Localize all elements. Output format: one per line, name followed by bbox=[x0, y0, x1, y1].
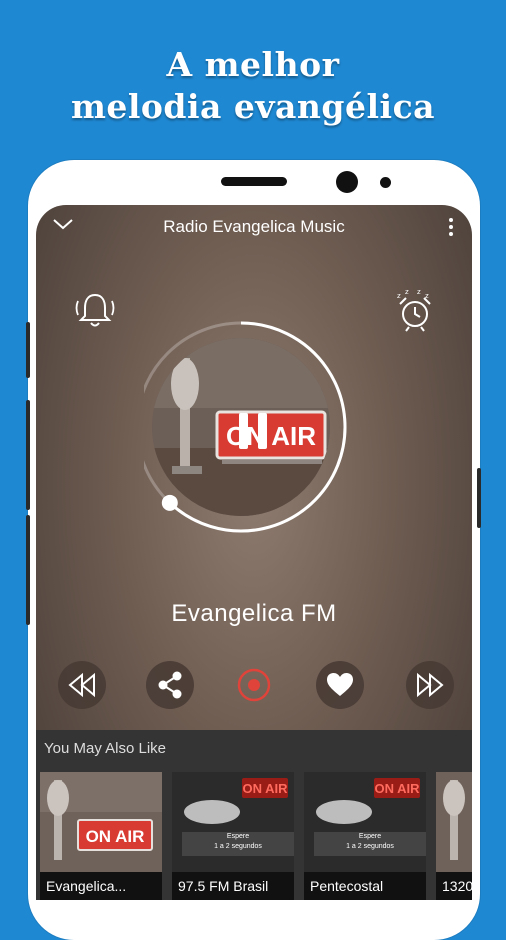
station-thumbnail: ON AIR Espere 1 a 2 segundos bbox=[304, 772, 426, 872]
card-caption: Espere bbox=[359, 833, 381, 840]
card-caption: 1 a 2 segundos bbox=[214, 843, 262, 850]
station-thumbnail bbox=[436, 772, 472, 872]
station-card-label: 1320 bbox=[436, 872, 472, 900]
station-thumbnail: ON AIR bbox=[40, 772, 162, 872]
alarm-clock-icon[interactable]: z z z z bbox=[391, 287, 437, 333]
svg-text:z: z bbox=[417, 288, 421, 296]
chevron-down-icon[interactable] bbox=[52, 217, 74, 231]
station-card[interactable]: ON AIR Evangelica... bbox=[40, 772, 162, 900]
pause-icon[interactable] bbox=[233, 410, 273, 452]
card-art-text: ON AIR bbox=[374, 781, 420, 796]
share-icon bbox=[158, 671, 182, 699]
app-screen: Radio Evangelica Music z z z z ON AIR Ev… bbox=[36, 205, 472, 900]
station-card[interactable]: ON AIR Espere 1 a 2 segundos Pentecostal bbox=[304, 772, 426, 900]
share-button[interactable] bbox=[146, 661, 194, 709]
phone-side-button bbox=[26, 322, 30, 378]
promo-headline: A melhor melodia evangélica bbox=[0, 44, 506, 128]
promo-line-1: A melhor bbox=[166, 45, 340, 84]
player-artwork[interactable]: ON AIR bbox=[144, 320, 368, 544]
phone-sensor bbox=[380, 177, 391, 188]
favorite-button[interactable] bbox=[316, 661, 364, 709]
phone-side-button bbox=[26, 515, 30, 625]
phone-power-button bbox=[477, 468, 481, 528]
more-vert-icon[interactable] bbox=[444, 217, 458, 237]
top-bar: Radio Evangelica Music bbox=[36, 205, 472, 249]
card-caption: Espere bbox=[227, 833, 249, 840]
phone-side-button bbox=[26, 400, 30, 510]
card-art-text: ON AIR bbox=[242, 781, 288, 796]
fast-forward-button[interactable] bbox=[406, 661, 454, 709]
record-icon bbox=[237, 668, 271, 702]
svg-text:z: z bbox=[405, 288, 409, 296]
fast-forward-icon bbox=[417, 672, 444, 698]
progress-knob[interactable] bbox=[161, 494, 178, 511]
svg-text:z: z bbox=[397, 292, 401, 300]
phone-speaker bbox=[221, 177, 287, 186]
heart-icon bbox=[327, 673, 353, 696]
recommendations-section: You May Also Like ON AIR Evangelica... O bbox=[36, 730, 472, 900]
station-card[interactable]: 1320 bbox=[436, 772, 472, 900]
record-button[interactable] bbox=[230, 661, 278, 709]
phone-camera bbox=[336, 171, 358, 193]
rewind-button[interactable] bbox=[58, 661, 106, 709]
station-thumbnail: ON AIR Espere 1 a 2 segundos bbox=[172, 772, 294, 872]
station-card-label: Evangelica... bbox=[40, 872, 162, 900]
station-card-label: Pentecostal bbox=[304, 872, 426, 900]
recommendations-list: ON AIR Evangelica... ON AIR Espere 1 a 2… bbox=[40, 772, 472, 900]
svg-text:z: z bbox=[425, 292, 429, 300]
promo-line-2: melodia evangélica bbox=[70, 87, 436, 126]
station-card-label: 97.5 FM Brasil bbox=[172, 872, 294, 900]
app-title: Radio Evangelica Music bbox=[163, 217, 345, 236]
station-card[interactable]: ON AIR Espere 1 a 2 segundos 97.5 FM Bra… bbox=[172, 772, 294, 900]
bell-icon[interactable] bbox=[72, 287, 118, 333]
rewind-icon bbox=[68, 672, 95, 698]
card-caption: 1 a 2 segundos bbox=[346, 843, 394, 850]
card-art-text: ON AIR bbox=[86, 827, 145, 846]
recommendations-title: You May Also Like bbox=[44, 740, 167, 757]
station-name: Evangelica FM bbox=[171, 600, 337, 627]
